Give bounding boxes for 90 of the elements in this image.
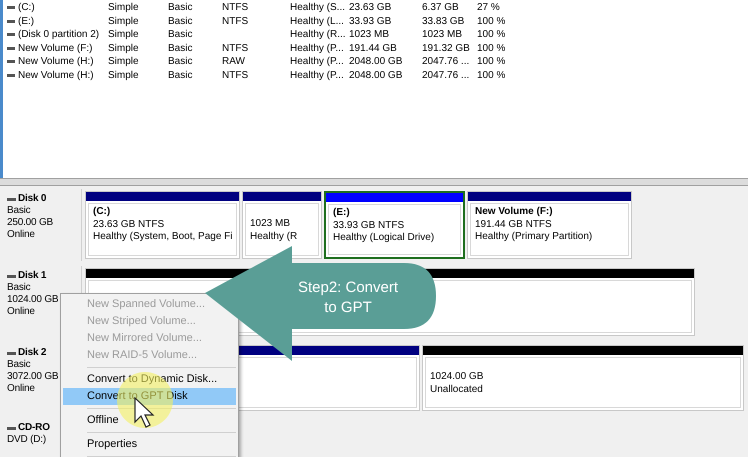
table-cell: Basic — [168, 56, 192, 68]
partition-size: 1023 MB — [250, 218, 292, 230]
menu-item[interactable]: Convert to GPT Disk — [63, 388, 236, 405]
table-cell: Simple — [108, 2, 139, 14]
table-cell: 191.32 GB — [422, 42, 470, 54]
disk-info: 1024.00 GB — [7, 294, 60, 306]
table-cell: 1023 MB — [422, 29, 462, 40]
partition-status: Healthy (Primary Partition) — [475, 231, 594, 244]
disk-info: 3072.00 GB — [7, 371, 60, 383]
partition[interactable]: 1023 MB Healthy (R — [242, 191, 322, 259]
disk-info: Online — [7, 383, 36, 395]
table-cell: (C:) — [18, 2, 35, 14]
table-cell: NTFS — [222, 2, 248, 14]
table-cell: Basic — [168, 70, 192, 81]
table-cell: New Volume (H:) — [18, 56, 94, 68]
table-cell: Healthy (P... — [290, 42, 344, 54]
partition[interactable]: 1024.00 GB Unallocated — [422, 345, 744, 411]
table-cell: 1023 MB — [349, 29, 390, 40]
partition-status: Unallocated — [430, 384, 484, 396]
disk-name: Disk 2 — [18, 347, 46, 359]
table-cell: 27 % — [477, 2, 500, 14]
partition-size: 23.63 GB NTFS — [93, 218, 166, 231]
disk-info: DVD (D:) — [7, 434, 47, 446]
table-cell: 100 % — [477, 16, 506, 27]
table-cell: Simple — [108, 16, 139, 27]
table-cell: 100 % — [477, 70, 506, 81]
partition[interactable]: (E:) 33.93 GB NTFS Healthy (Logical Drive) — [324, 191, 465, 259]
table-cell: NTFS — [222, 42, 248, 54]
table-cell: Healthy (S... — [290, 2, 346, 14]
table-cell: 33.83 GB — [422, 16, 464, 27]
partition[interactable]: New Volume (F:) 191.44 GB NTFS Healthy (Primary Partition) — [467, 191, 632, 259]
table-cell: Basic — [168, 16, 192, 27]
table-cell: Simple — [108, 70, 139, 81]
table-cell: 23.63 GB — [349, 2, 392, 14]
disk-info: Online — [7, 229, 36, 241]
disk-info: Basic — [7, 282, 32, 294]
table-cell: 100 % — [477, 42, 506, 54]
menu-item[interactable]: Convert to Dynamic Disk... — [63, 371, 220, 388]
table-cell: 2048.00 GB — [349, 70, 402, 81]
volume-icon — [6, 20, 14, 23]
partition-size: 1024.00 GB — [430, 371, 484, 384]
partition-title: (E:) — [333, 207, 351, 220]
table-cell: RAW — [222, 56, 245, 68]
table-cell: Simple — [108, 29, 139, 40]
partition-status: Healthy (R — [250, 230, 298, 243]
table-cell: 191.44 GB — [349, 42, 397, 54]
partition-title: New Volume (F:) — [475, 206, 554, 218]
table-cell: (Disk 0 partition 2) — [18, 29, 100, 40]
volume-icon — [6, 6, 14, 10]
table-cell: Basic — [168, 42, 192, 54]
partition-size: 191.44 GB NTFS — [475, 218, 553, 231]
table-cell: Healthy (P... — [290, 70, 344, 81]
menu-item[interactable]: Offline — [63, 412, 121, 429]
volume-icon — [6, 60, 14, 64]
disk-info: Basic — [7, 359, 32, 371]
partition-status: Healthy (System, Boot, Page Fi — [93, 231, 232, 244]
table-cell: Basic — [168, 2, 192, 14]
table-cell: (E:) — [18, 16, 34, 27]
volume-icon — [6, 74, 14, 77]
disk-info: 250.00 GB — [7, 217, 54, 229]
table-cell: 100 % — [477, 29, 506, 40]
table-cell: Healthy (L... — [290, 16, 344, 27]
table-cell: New Volume (H:) — [18, 70, 94, 81]
table-cell: 33.93 GB — [349, 16, 392, 27]
callout-text: Step2: Convert to GPT — [296, 278, 400, 318]
table-cell: NTFS — [222, 16, 248, 27]
menu-item[interactable]: Properties — [63, 436, 140, 453]
disk-name: CD-RO — [18, 422, 50, 434]
table-cell: 6.37 GB — [422, 2, 459, 14]
table-cell: New Volume (F:) — [18, 42, 92, 54]
table-cell: 2047.76 ... — [422, 70, 470, 81]
table-cell: 2048.00 GB — [349, 56, 402, 68]
volume-icon — [6, 46, 14, 50]
table-cell: 100 % — [477, 56, 506, 68]
table-cell: Healthy (P... — [290, 56, 344, 68]
disk-name: Disk 0 — [18, 193, 46, 205]
table-cell: NTFS — [222, 70, 248, 81]
partition-status: Healthy (Logical Drive) — [333, 232, 436, 244]
volume-icon — [6, 33, 14, 36]
disk-name: Disk 1 — [18, 270, 46, 282]
table-cell: Healthy (R... — [290, 29, 346, 40]
disk-info: Basic — [7, 205, 32, 217]
partition[interactable]: (C:) 23.63 GB NTFS Healthy (System, Boot, Page Fi — [85, 191, 240, 259]
table-cell: Simple — [108, 56, 139, 68]
table-cell: Basic — [168, 29, 192, 40]
table-cell: 2047.76 ... — [422, 56, 470, 68]
disk-info: Online — [7, 306, 36, 318]
partition-size: 33.93 GB NTFS — [333, 220, 406, 232]
partition-title: (C:) — [93, 206, 112, 218]
table-cell: Simple — [108, 42, 139, 54]
